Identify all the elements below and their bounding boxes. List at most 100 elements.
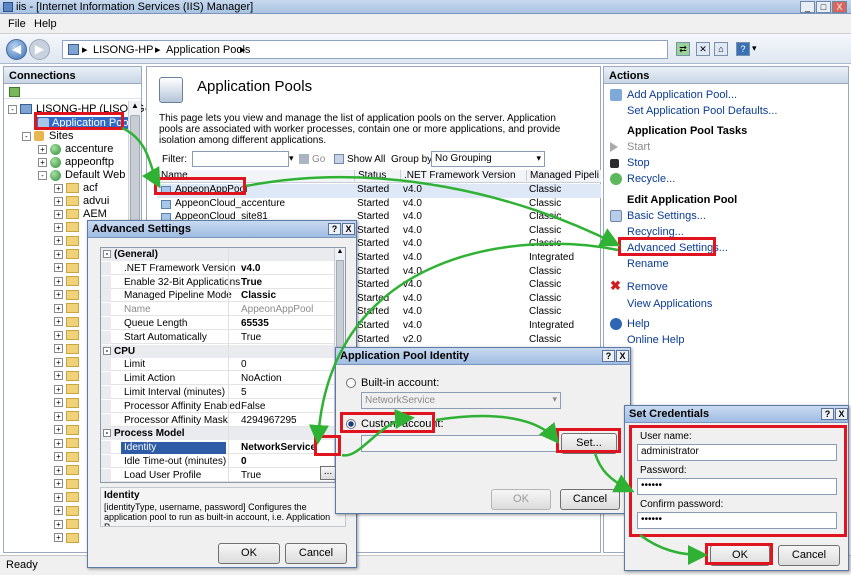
property-row[interactable]: Limit Action NoAction (101, 372, 345, 386)
dialog-help-button[interactable]: ? (602, 350, 615, 362)
tree-folder[interactable]: + (54, 302, 83, 314)
dialog-close-button[interactable]: X (616, 350, 629, 362)
property-row[interactable]: Identity NetworkService (101, 441, 345, 455)
tree-site[interactable]: - Default Web Sit (38, 169, 141, 181)
filter-dropdown-icon[interactable]: ▾ (289, 153, 294, 164)
tree-site[interactable]: + accenture (38, 143, 113, 155)
builtin-radio[interactable] (346, 378, 356, 388)
tree-folder[interactable]: + (54, 289, 83, 301)
tree-folder[interactable]: + (54, 491, 83, 503)
dialog-close-button[interactable]: X (835, 408, 848, 420)
forward-icon[interactable]: ▶ (29, 39, 50, 60)
action-set-defaults[interactable]: Set Application Pool Defaults... (627, 105, 777, 117)
property-category[interactable]: - Process Model (101, 427, 345, 441)
action-stop[interactable]: Stop (610, 157, 650, 169)
cancel-button[interactable]: Cancel (285, 543, 347, 564)
tree-folder[interactable]: + (54, 451, 83, 463)
tree-folder[interactable]: + (54, 275, 83, 287)
action-help[interactable]: Help (610, 318, 650, 331)
table-row[interactable]: AppeonCloud_accenture Started v4.0 Classic (157, 198, 601, 212)
builtin-select[interactable]: NetworkService ▾ (361, 392, 561, 409)
action-add-pool[interactable]: Add Application Pool... (610, 89, 737, 102)
menu-help[interactable]: Help (34, 18, 57, 30)
tree-folder[interactable]: + (54, 437, 83, 449)
tree-folder[interactable]: + (54, 464, 83, 476)
cancel-button[interactable]: Cancel (778, 545, 840, 566)
tree-folder[interactable]: + (54, 410, 83, 422)
minimize-button[interactable]: _ (800, 1, 815, 13)
property-row[interactable]: Queue Length 65535 (101, 317, 345, 330)
property-category[interactable]: - (General) (101, 248, 345, 261)
stop-icon[interactable]: ✕ (696, 42, 710, 56)
ok-button[interactable]: OK (491, 489, 551, 510)
property-row[interactable]: Start Automatically True (101, 330, 345, 344)
tree-folder[interactable]: + (54, 383, 83, 395)
go-button[interactable]: Go (312, 154, 325, 165)
breadcrumb-app-pools[interactable]: Application Pools (166, 44, 250, 56)
show-all-button[interactable]: Show All (347, 154, 385, 165)
menu-file[interactable]: File (8, 18, 26, 30)
tree-folder[interactable]: + (54, 262, 83, 274)
tree-folder[interactable]: + (54, 505, 83, 517)
column-header-status[interactable]: Status (354, 170, 386, 181)
identity-ellipsis-button[interactable]: ... (320, 466, 336, 480)
home-icon[interactable]: ⌂ (714, 42, 728, 56)
cancel-button[interactable]: Cancel (560, 489, 620, 510)
tree-folder[interactable]: + acf (54, 182, 98, 194)
back-icon[interactable]: ◀ (6, 39, 27, 60)
maximize-button[interactable]: □ (816, 1, 831, 13)
property-row[interactable]: Managed Pipeline Mode Classic (101, 289, 345, 303)
collapse-icon[interactable]: - (103, 429, 111, 438)
property-row[interactable]: Processor Affinity Mask 4294967295 (101, 413, 345, 427)
property-row[interactable]: Load User Profile True (101, 468, 345, 482)
chevron-down-icon[interactable]: ▾ (752, 43, 757, 54)
tree-folder[interactable]: + (54, 370, 83, 382)
tree-folder[interactable]: + advui (54, 195, 109, 207)
tree-folder[interactable]: + (54, 518, 83, 530)
grid-divider[interactable] (228, 248, 229, 482)
tree-folder[interactable]: + (54, 397, 83, 409)
action-rename[interactable]: Rename (627, 258, 669, 270)
property-category[interactable]: - CPU (101, 344, 345, 358)
custom-account-input[interactable] (361, 435, 557, 452)
action-start[interactable]: Start (610, 141, 650, 153)
property-row[interactable]: Idle Time-out (minutes) 0 (101, 455, 345, 468)
tree-folder[interactable]: + (54, 356, 83, 368)
close-button[interactable]: X (832, 1, 847, 13)
tree-sites[interactable]: - Sites (22, 130, 73, 142)
collapse-icon[interactable]: - (103, 250, 111, 258)
breadcrumb-server[interactable]: LISONG-HP (93, 44, 154, 56)
property-row[interactable]: Limit Interval (minutes) 5 (101, 386, 345, 399)
tree-folder[interactable]: + (54, 329, 83, 341)
scroll-up-icon[interactable]: ▲ (335, 248, 345, 255)
filter-input[interactable] (192, 151, 289, 167)
tree-folder[interactable]: + (54, 478, 83, 490)
tree-folder[interactable]: + (54, 424, 83, 436)
tree-folder[interactable]: + (54, 532, 83, 544)
refresh-icon[interactable]: ⇄ (676, 42, 690, 56)
action-online-help[interactable]: Online Help (627, 334, 684, 346)
collapse-icon[interactable]: - (103, 346, 111, 355)
tree-folder[interactable]: + (54, 235, 83, 247)
help-icon[interactable]: ? (736, 42, 750, 56)
property-row[interactable]: Processor Affinity Enabled False (101, 399, 345, 413)
property-row[interactable]: .NET Framework Version v4.0 (101, 261, 345, 275)
column-header-pipeline[interactable]: Managed Pipeli (526, 170, 599, 181)
tree-folder[interactable]: + (54, 316, 83, 328)
tree-folder[interactable]: + AEM (54, 208, 107, 220)
column-header-framework[interactable]: .NET Framework Version (400, 170, 516, 181)
new-connection-icon[interactable] (9, 87, 20, 97)
ok-button[interactable]: OK (218, 543, 280, 564)
dialog-help-button[interactable]: ? (328, 223, 341, 235)
address-bar[interactable]: ▸ LISONG-HP ▸ Application Pools ▸ (62, 40, 668, 59)
dialog-close-button[interactable]: X (342, 223, 355, 235)
tree-folder[interactable]: + (54, 248, 83, 260)
action-recycle[interactable]: Recycle... (610, 173, 675, 186)
property-row[interactable]: Limit 0 (101, 358, 345, 372)
tree-folder[interactable]: + (54, 343, 83, 355)
tree-folder[interactable]: + (54, 221, 83, 233)
action-view-applications[interactable]: View Applications (627, 298, 712, 310)
dialog-help-button[interactable]: ? (821, 408, 834, 420)
tree-site[interactable]: + appeonftp (38, 156, 114, 168)
property-row[interactable]: Enable 32-Bit Applications True (101, 275, 345, 289)
